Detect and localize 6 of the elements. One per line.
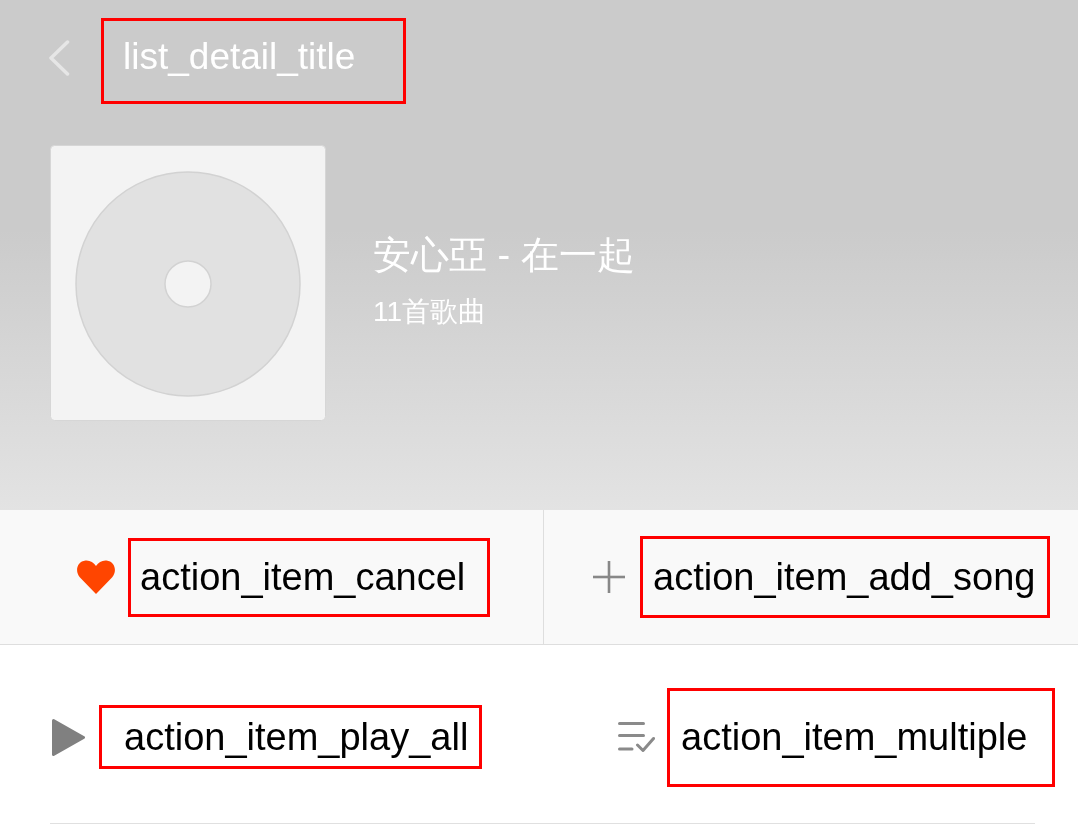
- chevron-left-icon: [48, 40, 70, 76]
- plus-icon: [593, 561, 625, 593]
- back-button[interactable]: [48, 40, 70, 76]
- checklist-icon: [618, 722, 655, 752]
- heart-icon: [76, 560, 116, 594]
- play-icon: [52, 718, 85, 756]
